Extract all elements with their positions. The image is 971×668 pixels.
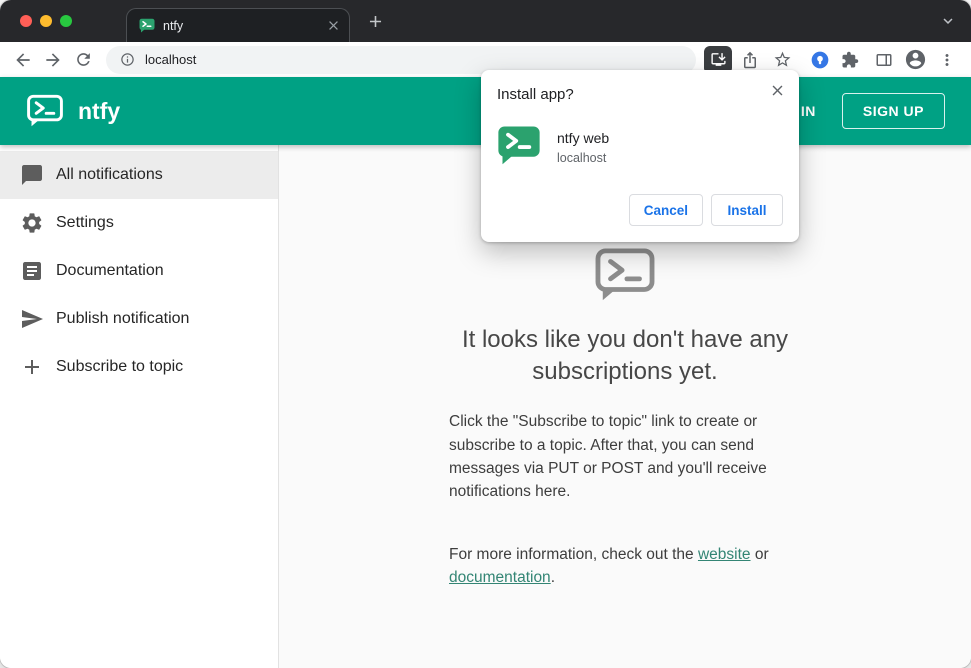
extension-icon[interactable] bbox=[810, 50, 830, 70]
more-info-text: For more information, check out the bbox=[449, 545, 698, 563]
browser-window: ntfy localhost ntfy IN SIGN UP All notif… bbox=[0, 0, 971, 668]
sidebar-item-label: Settings bbox=[56, 214, 114, 231]
tab-search-chevron-icon[interactable] bbox=[939, 12, 957, 30]
extensions-area bbox=[810, 46, 961, 74]
browser-tab-ntfy[interactable]: ntfy bbox=[126, 8, 350, 42]
cancel-button[interactable]: Cancel bbox=[628, 194, 703, 226]
ntfy-logo-icon bbox=[594, 247, 656, 308]
sidebar-item-label: All notifications bbox=[56, 166, 163, 183]
gear-icon bbox=[22, 213, 42, 233]
article-icon bbox=[23, 262, 41, 280]
sidebar-item-label: Documentation bbox=[56, 262, 164, 279]
window-controls bbox=[20, 15, 72, 27]
tab-strip: ntfy bbox=[0, 0, 971, 42]
ntfy-logo-icon bbox=[26, 94, 64, 128]
documentation-link[interactable]: documentation bbox=[449, 569, 551, 586]
sidebar-item-documentation[interactable]: Documentation bbox=[0, 247, 278, 295]
address-url: localhost bbox=[145, 52, 197, 67]
more-info-paragraph: For more information, check out the webs… bbox=[449, 543, 801, 590]
empty-state-description: Click the "Subscribe to topic" link to c… bbox=[449, 413, 767, 501]
forward-icon[interactable] bbox=[38, 46, 68, 74]
back-icon[interactable] bbox=[8, 46, 38, 74]
chat-bubble-icon bbox=[22, 165, 42, 185]
maximize-window-button[interactable] bbox=[60, 15, 72, 27]
send-icon bbox=[22, 310, 43, 328]
sign-up-button[interactable]: SIGN UP bbox=[841, 93, 945, 129]
plus-icon bbox=[25, 360, 39, 374]
reload-icon[interactable] bbox=[68, 46, 98, 74]
tab-close-icon[interactable] bbox=[326, 18, 341, 33]
tab-title: ntfy bbox=[163, 18, 184, 33]
menu-dots-icon[interactable] bbox=[933, 46, 961, 74]
dialog-app-name: ntfy web bbox=[557, 130, 610, 146]
extensions-puzzle-icon[interactable] bbox=[836, 46, 864, 74]
sidebar-item-settings[interactable]: Settings bbox=[0, 199, 278, 247]
more-info-text: . bbox=[550, 569, 555, 587]
empty-state-title: It looks like you don't have any subscri… bbox=[461, 326, 789, 386]
side-panel-icon[interactable] bbox=[870, 46, 898, 74]
website-link[interactable]: website bbox=[698, 546, 751, 563]
close-icon[interactable] bbox=[769, 82, 786, 99]
sidebar-item-publish-notification[interactable]: Publish notification bbox=[0, 295, 278, 343]
sidebar: All notifications Settings Documentation… bbox=[0, 145, 279, 668]
sidebar-item-label: Subscribe to topic bbox=[56, 358, 184, 375]
new-tab-button[interactable] bbox=[366, 12, 385, 31]
dialog-title: Install app? bbox=[497, 86, 574, 103]
install-button[interactable]: Install bbox=[711, 194, 783, 226]
close-window-button[interactable] bbox=[20, 15, 32, 27]
ntfy-favicon bbox=[139, 18, 155, 33]
ntfy-app-icon bbox=[497, 125, 541, 170]
more-info-text: or bbox=[750, 545, 769, 563]
app-title: ntfy bbox=[78, 97, 121, 124]
install-app-dialog: Install app? ntfy web localhost Cancel I… bbox=[481, 70, 799, 242]
profile-avatar-icon[interactable] bbox=[904, 48, 927, 71]
dialog-app-origin: localhost bbox=[557, 151, 607, 165]
info-icon bbox=[121, 53, 134, 66]
sidebar-item-all-notifications[interactable]: All notifications bbox=[0, 151, 278, 199]
sidebar-item-label: Publish notification bbox=[56, 310, 190, 327]
sidebar-item-subscribe-to-topic[interactable]: Subscribe to topic bbox=[0, 343, 278, 391]
minimize-window-button[interactable] bbox=[40, 15, 52, 27]
